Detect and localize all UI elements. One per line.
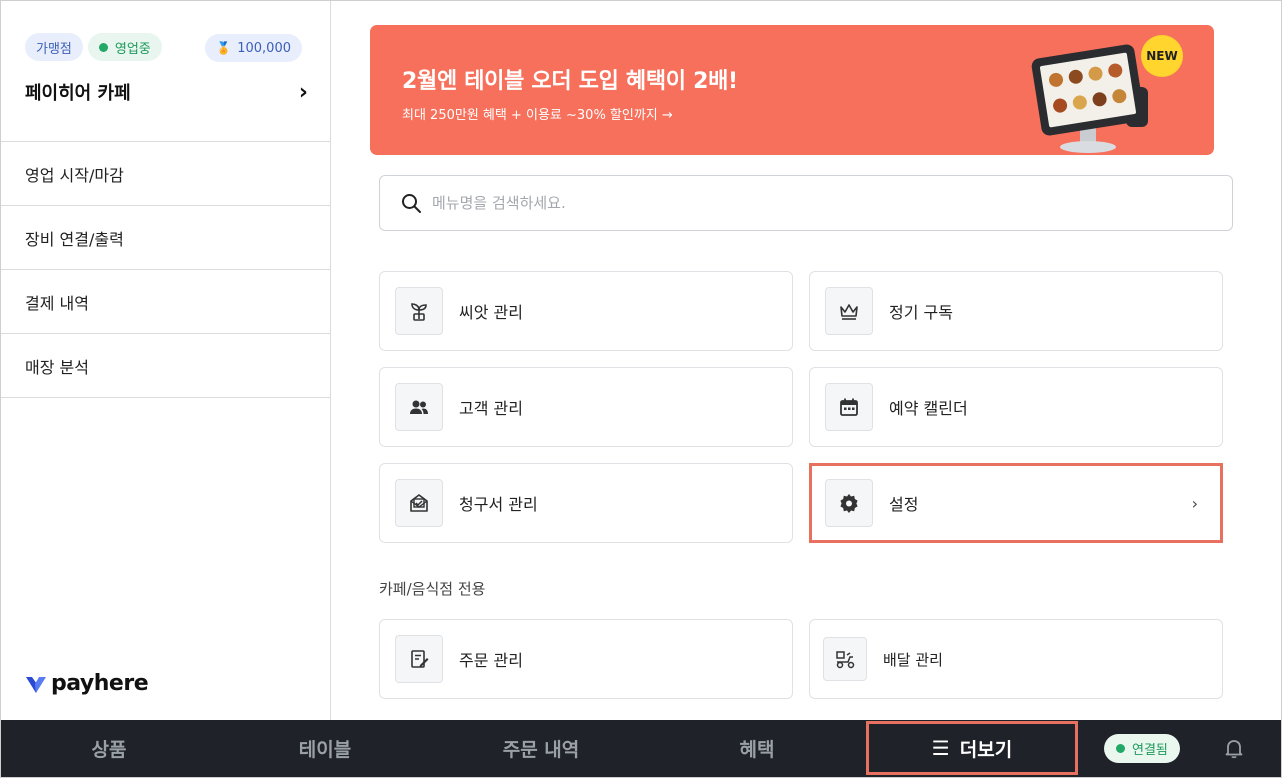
franchise-badge: 가맹점 — [25, 33, 83, 61]
payhere-logo-icon — [26, 676, 46, 693]
seed-management-card[interactable]: 씨앗 관리 — [379, 271, 793, 351]
menu-search[interactable] — [379, 175, 1233, 231]
open-status-badge: 영업중 — [87, 33, 162, 61]
settings-card[interactable]: 설정 › — [809, 463, 1223, 543]
sidebar-item-devices[interactable]: 장비 연결/출력 — [1, 206, 330, 270]
customer-management-label: 고객 관리 — [459, 399, 523, 418]
sidebar-menu: 영업 시작/마감 장비 연결/출력 결제 내역 매장 분석 — [1, 142, 330, 398]
connection-status-badge: 연결됨 — [1104, 734, 1180, 763]
invoice-management-card[interactable]: 청구서 관리 — [379, 463, 793, 543]
sidebar-item-open-close[interactable]: 영업 시작/마감 — [1, 142, 330, 206]
order-management-card[interactable]: 주문 관리 — [379, 619, 793, 699]
search-icon — [402, 194, 421, 213]
points-value: 100,000 — [237, 40, 291, 56]
delivery-management-label: 배달 관리 — [883, 650, 943, 669]
chevron-right-icon: › — [298, 79, 308, 105]
chevron-right-icon: › — [1191, 493, 1198, 513]
seed-management-label: 씨앗 관리 — [459, 303, 523, 322]
search-input[interactable] — [432, 194, 1192, 212]
bottom-nav: 상품 테이블 주문 내역 혜택 ☰ 더보기 연결됨 — [1, 720, 1281, 777]
invoice-management-label: 청구서 관리 — [459, 495, 538, 514]
medal-icon: 🏅 — [216, 41, 232, 55]
sprout-icon — [395, 287, 443, 335]
logo-text: payhere — [51, 671, 149, 696]
order-management-label: 주문 관리 — [459, 651, 523, 670]
banner-subtitle: 최대 250만원 혜택 + 이용료 ~30% 할인까지 → — [402, 108, 673, 123]
main-content: 2월엔 테이블 오더 도입 혜택이 2배! 최대 250만원 혜택 + 이용료 … — [332, 1, 1280, 720]
settings-label: 설정 — [889, 495, 919, 514]
bell-icon[interactable] — [1222, 736, 1246, 760]
tab-more[interactable]: ☰ 더보기 — [866, 721, 1078, 775]
menu-hamburger-icon: ☰ — [931, 736, 950, 760]
edit-document-icon — [395, 635, 443, 683]
sidebar-item-analytics[interactable]: 매장 분석 — [1, 334, 330, 398]
sidebar: 가맹점 영업중 🏅 100,000 페이히어 카페 › 영업 시작/마감 장비 … — [1, 1, 331, 720]
people-icon — [395, 383, 443, 431]
calendar-icon — [825, 383, 873, 431]
store-header: 가맹점 영업중 🏅 100,000 페이히어 카페 › — [1, 1, 330, 142]
banner-title: 2월엔 테이블 오더 도입 혜택이 2배! — [402, 69, 738, 94]
reservation-calendar-card[interactable]: 예약 캘린더 — [809, 367, 1223, 447]
tab-order-history[interactable]: 주문 내역 — [433, 720, 649, 777]
payhere-logo: payhere — [25, 671, 149, 696]
subscription-card[interactable]: 정기 구독 — [809, 271, 1223, 351]
delivery-scooter-icon — [823, 637, 867, 681]
delivery-management-card[interactable]: 배달 관리 — [809, 619, 1223, 699]
new-badge: NEW — [1141, 35, 1183, 77]
gear-icon — [825, 479, 873, 527]
invoice-icon — [395, 479, 443, 527]
customer-management-card[interactable]: 고객 관리 — [379, 367, 793, 447]
store-name: 페이히어 카페 — [25, 83, 131, 104]
tab-benefits[interactable]: 혜택 — [649, 720, 865, 777]
tab-more-label: 더보기 — [959, 738, 1013, 761]
tab-tables[interactable]: 테이블 — [217, 720, 433, 777]
status-dot-icon — [98, 42, 108, 52]
store-name-row[interactable]: 페이히어 카페 › — [25, 79, 308, 105]
connection-status-label: 연결됨 — [1132, 743, 1168, 758]
points-badge[interactable]: 🏅 100,000 — [205, 34, 302, 62]
sidebar-item-payments[interactable]: 결제 내역 — [1, 270, 330, 334]
connected-dot-icon — [1116, 744, 1125, 753]
reservation-calendar-label: 예약 캘린더 — [889, 399, 968, 418]
subscription-label: 정기 구독 — [889, 303, 953, 322]
cafe-restaurant-section-label: 카페/음식점 전용 — [379, 580, 486, 598]
open-status-label: 영업중 — [114, 41, 151, 57]
promo-banner[interactable]: 2월엔 테이블 오더 도입 혜택이 2배! 최대 250만원 혜택 + 이용료 … — [370, 25, 1214, 155]
tab-products[interactable]: 상품 — [1, 720, 217, 777]
crown-icon — [825, 287, 873, 335]
